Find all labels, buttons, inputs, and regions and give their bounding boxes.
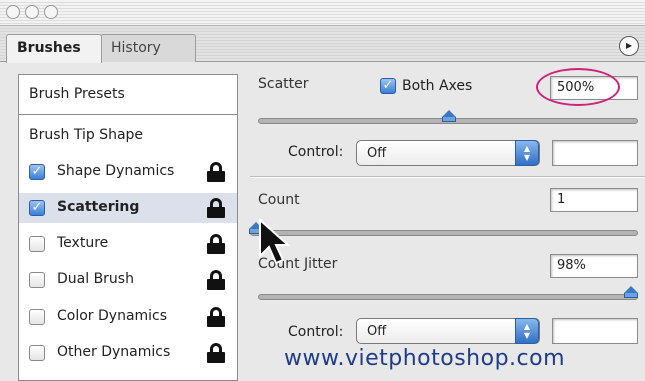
- sidebar-item-scattering[interactable]: ✓ Scattering: [19, 193, 237, 223]
- chevron-right-icon[interactable]: ▸: [619, 36, 639, 56]
- scatter-control-field[interactable]: [552, 140, 638, 166]
- scattering-options: Scatter ✓ Both Axes 500% Control: Off ▲ ▼…: [242, 62, 645, 381]
- scatter-slider-thumb[interactable]: [442, 110, 456, 122]
- scatter-control-label: Control:: [288, 144, 344, 160]
- sidebar-item-label: Brush Tip Shape: [29, 127, 144, 143]
- count-value-input[interactable]: 1: [550, 188, 638, 212]
- brush-settings-list: Brush Presets Brush Tip Shape ✓ Shape Dy…: [18, 74, 238, 381]
- lock-icon[interactable]: [207, 198, 225, 218]
- watermark-text: www.vietphotoshop.com: [284, 346, 566, 371]
- shape-dynamics-checkbox[interactable]: ✓: [29, 164, 45, 180]
- scatter-control-value: Off: [367, 146, 387, 161]
- lock-icon[interactable]: [207, 162, 225, 182]
- count-label: Count: [258, 192, 300, 208]
- brushes-panel: Brushes History ▸ Brush Presets Brush Ti…: [0, 0, 645, 381]
- sidebar-item-label: Scattering: [57, 199, 140, 215]
- sidebar-item-label: Shape Dynamics: [57, 163, 175, 179]
- divider: [250, 176, 645, 178]
- lock-icon[interactable]: [207, 307, 225, 327]
- scatter-label: Scatter: [258, 76, 309, 92]
- count-slider[interactable]: [250, 230, 638, 236]
- minimize-window-icon[interactable]: [25, 5, 39, 19]
- title-bar: [0, 0, 645, 26]
- brush-presets-item[interactable]: Brush Presets: [19, 75, 237, 115]
- texture-checkbox[interactable]: [29, 236, 45, 252]
- color-dynamics-checkbox[interactable]: [29, 309, 45, 325]
- sidebar-item-texture[interactable]: Texture: [19, 229, 237, 259]
- count-jitter-control-field[interactable]: [552, 318, 638, 344]
- sidebar-item-other-dynamics[interactable]: Other Dynamics: [19, 338, 237, 368]
- sidebar-item-label: Other Dynamics: [57, 344, 171, 360]
- close-window-icon[interactable]: [6, 5, 20, 19]
- lock-icon[interactable]: [207, 270, 225, 290]
- both-axes-label: Both Axes: [402, 78, 473, 94]
- tab-brushes[interactable]: Brushes: [6, 34, 102, 63]
- tab-history[interactable]: History: [100, 34, 196, 62]
- sidebar-item-shape-dynamics[interactable]: ✓ Shape Dynamics: [19, 157, 237, 187]
- sidebar-item-dual-brush[interactable]: Dual Brush: [19, 265, 237, 295]
- sidebar-item-color-dynamics[interactable]: Color Dynamics: [19, 302, 237, 332]
- both-axes-checkbox[interactable]: ✓: [380, 78, 396, 94]
- count-jitter-slider[interactable]: [258, 294, 638, 300]
- tab-bar: Brushes History ▸: [0, 26, 645, 63]
- zoom-window-icon[interactable]: [44, 5, 58, 19]
- chevron-up-down-icon: ▲ ▼: [515, 318, 539, 344]
- mouse-cursor-icon: [259, 218, 291, 265]
- other-dynamics-checkbox[interactable]: [29, 345, 45, 361]
- sidebar-item-label: Color Dynamics: [57, 308, 168, 324]
- count-jitter-control-value: Off: [367, 324, 387, 339]
- highlight-circle: [536, 68, 620, 106]
- sidebar-item-label: Dual Brush: [57, 271, 134, 287]
- count-jitter-value-input[interactable]: 98%: [550, 254, 638, 278]
- count-jitter-control-select[interactable]: Off ▲ ▼: [356, 318, 540, 344]
- brush-tip-shape-item[interactable]: Brush Tip Shape: [19, 121, 237, 151]
- lock-icon[interactable]: [207, 234, 225, 254]
- scattering-checkbox[interactable]: ✓: [29, 200, 45, 216]
- lock-icon[interactable]: [207, 343, 225, 363]
- dual-brush-checkbox[interactable]: [29, 272, 45, 288]
- scatter-control-select[interactable]: Off ▲ ▼: [356, 140, 540, 166]
- chevron-up-down-icon: ▲ ▼: [515, 140, 539, 166]
- count-jitter-slider-thumb[interactable]: [624, 286, 638, 298]
- sidebar-item-label: Texture: [57, 235, 109, 251]
- count-jitter-control-label: Control:: [288, 324, 344, 340]
